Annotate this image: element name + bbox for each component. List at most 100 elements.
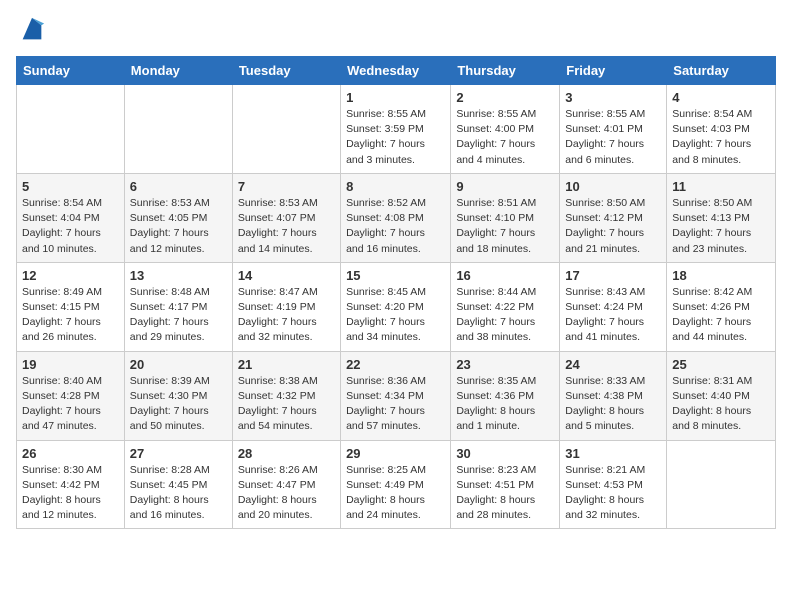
day-info: Sunrise: 8:30 AM Sunset: 4:42 PM Dayligh…: [22, 463, 119, 524]
logo-icon: [18, 16, 46, 44]
calendar-day-4: 4 Sunrise: 8:54 AM Sunset: 4:03 PM Daylig…: [667, 85, 776, 174]
day-number: 27: [130, 446, 227, 461]
logo: [16, 16, 46, 44]
day-number: 6: [130, 179, 227, 194]
day-info: Sunrise: 8:33 AM Sunset: 4:38 PM Dayligh…: [565, 374, 661, 435]
calendar-day-28: 28 Sunrise: 8:26 AM Sunset: 4:47 PM Dayli…: [232, 440, 340, 529]
calendar-day-29: 29Sunrise: 8:25 AM Sunset: 4:49 PM Dayli…: [341, 440, 451, 529]
day-info: Sunrise: 8:54 AM Sunset: 4:03 PM Dayligh…: [672, 107, 770, 168]
day-number: 13: [130, 268, 227, 283]
day-info: Sunrise: 8:43 AM Sunset: 4:24 PM Dayligh…: [565, 285, 661, 346]
calendar-day-12: 12Sunrise: 8:49 AM Sunset: 4:15 PM Dayli…: [17, 262, 125, 351]
calendar-day-16: 16 Sunrise: 8:44 AM Sunset: 4:22 PM Dayli…: [451, 262, 560, 351]
calendar-week-row: 26Sunrise: 8:30 AM Sunset: 4:42 PM Dayli…: [17, 440, 776, 529]
day-info: Sunrise: 8:44 AM Sunset: 4:22 PM Dayligh…: [456, 285, 554, 346]
day-number: 30: [456, 446, 554, 461]
calendar-header-sunday: Sunday: [17, 57, 125, 85]
calendar-day-5: 5 Sunrise: 8:54 AM Sunset: 4:04 PM Daylig…: [17, 173, 125, 262]
day-info: Sunrise: 8:39 AM Sunset: 4:30 PM Dayligh…: [130, 374, 227, 435]
day-number: 28: [238, 446, 335, 461]
day-info: Sunrise: 8:54 AM Sunset: 4:04 PM Dayligh…: [22, 196, 119, 257]
calendar-day-30: 30 Sunrise: 8:23 AM Sunset: 4:51 PM Dayli…: [451, 440, 560, 529]
day-number: 14: [238, 268, 335, 283]
calendar-day-8: 8 Sunrise: 8:52 AM Sunset: 4:08 PM Daylig…: [341, 173, 451, 262]
calendar-day-25: 25 Sunrise: 8:31 AM Sunset: 4:40 PM Dayli…: [667, 351, 776, 440]
day-number: 20: [130, 357, 227, 372]
calendar-day-7: 7Sunrise: 8:53 AM Sunset: 4:07 PM Daylig…: [232, 173, 340, 262]
day-number: 24: [565, 357, 661, 372]
calendar-day-23: 23 Sunrise: 8:35 AM Sunset: 4:36 PM Dayli…: [451, 351, 560, 440]
day-info: Sunrise: 8:47 AM Sunset: 4:19 PM Dayligh…: [238, 285, 335, 346]
calendar-header-monday: Monday: [124, 57, 232, 85]
calendar-empty-cell: [17, 85, 125, 174]
day-info: Sunrise: 8:25 AM Sunset: 4:49 PM Dayligh…: [346, 463, 445, 524]
calendar-day-17: 17Sunrise: 8:43 AM Sunset: 4:24 PM Dayli…: [560, 262, 667, 351]
day-info: Sunrise: 8:28 AM Sunset: 4:45 PM Dayligh…: [130, 463, 227, 524]
day-number: 1: [346, 90, 445, 105]
calendar-week-row: 5 Sunrise: 8:54 AM Sunset: 4:04 PM Daylig…: [17, 173, 776, 262]
calendar-day-19: 19 Sunrise: 8:40 AM Sunset: 4:28 PM Dayli…: [17, 351, 125, 440]
day-info: Sunrise: 8:48 AM Sunset: 4:17 PM Dayligh…: [130, 285, 227, 346]
day-info: Sunrise: 8:31 AM Sunset: 4:40 PM Dayligh…: [672, 374, 770, 435]
day-info: Sunrise: 8:40 AM Sunset: 4:28 PM Dayligh…: [22, 374, 119, 435]
day-info: Sunrise: 8:50 AM Sunset: 4:12 PM Dayligh…: [565, 196, 661, 257]
day-number: 8: [346, 179, 445, 194]
calendar-header-row: SundayMondayTuesdayWednesdayThursdayFrid…: [17, 57, 776, 85]
day-info: Sunrise: 8:35 AM Sunset: 4:36 PM Dayligh…: [456, 374, 554, 435]
calendar-header-wednesday: Wednesday: [341, 57, 451, 85]
day-info: Sunrise: 8:36 AM Sunset: 4:34 PM Dayligh…: [346, 374, 445, 435]
day-number: 4: [672, 90, 770, 105]
calendar-day-18: 18Sunrise: 8:42 AM Sunset: 4:26 PM Dayli…: [667, 262, 776, 351]
day-info: Sunrise: 8:50 AM Sunset: 4:13 PM Dayligh…: [672, 196, 770, 257]
day-info: Sunrise: 8:23 AM Sunset: 4:51 PM Dayligh…: [456, 463, 554, 524]
day-info: Sunrise: 8:55 AM Sunset: 4:00 PM Dayligh…: [456, 107, 554, 168]
calendar-empty-cell: [667, 440, 776, 529]
calendar-header-saturday: Saturday: [667, 57, 776, 85]
day-number: 22: [346, 357, 445, 372]
page-header: [16, 16, 776, 44]
calendar-day-14: 14 Sunrise: 8:47 AM Sunset: 4:19 PM Dayli…: [232, 262, 340, 351]
calendar-day-11: 11 Sunrise: 8:50 AM Sunset: 4:13 PM Dayli…: [667, 173, 776, 262]
day-info: Sunrise: 8:51 AM Sunset: 4:10 PM Dayligh…: [456, 196, 554, 257]
calendar-day-15: 15 Sunrise: 8:45 AM Sunset: 4:20 PM Dayli…: [341, 262, 451, 351]
day-number: 19: [22, 357, 119, 372]
calendar-day-20: 20 Sunrise: 8:39 AM Sunset: 4:30 PM Dayli…: [124, 351, 232, 440]
day-number: 2: [456, 90, 554, 105]
calendar-day-6: 6 Sunrise: 8:53 AM Sunset: 4:05 PM Daylig…: [124, 173, 232, 262]
calendar-day-2: 2 Sunrise: 8:55 AM Sunset: 4:00 PM Daylig…: [451, 85, 560, 174]
day-info: Sunrise: 8:45 AM Sunset: 4:20 PM Dayligh…: [346, 285, 445, 346]
day-number: 10: [565, 179, 661, 194]
day-info: Sunrise: 8:49 AM Sunset: 4:15 PM Dayligh…: [22, 285, 119, 346]
day-info: Sunrise: 8:55 AM Sunset: 4:01 PM Dayligh…: [565, 107, 661, 168]
calendar-week-row: 19 Sunrise: 8:40 AM Sunset: 4:28 PM Dayli…: [17, 351, 776, 440]
day-number: 23: [456, 357, 554, 372]
calendar-header-thursday: Thursday: [451, 57, 560, 85]
day-number: 3: [565, 90, 661, 105]
day-info: Sunrise: 8:26 AM Sunset: 4:47 PM Dayligh…: [238, 463, 335, 524]
calendar-week-row: 1Sunrise: 8:55 AM Sunset: 3:59 PM Daylig…: [17, 85, 776, 174]
calendar-empty-cell: [232, 85, 340, 174]
calendar-day-27: 27 Sunrise: 8:28 AM Sunset: 4:45 PM Dayli…: [124, 440, 232, 529]
calendar-day-3: 3 Sunrise: 8:55 AM Sunset: 4:01 PM Daylig…: [560, 85, 667, 174]
day-number: 9: [456, 179, 554, 194]
calendar-day-10: 10 Sunrise: 8:50 AM Sunset: 4:12 PM Dayli…: [560, 173, 667, 262]
day-number: 7: [238, 179, 335, 194]
day-number: 25: [672, 357, 770, 372]
day-number: 16: [456, 268, 554, 283]
calendar-day-13: 13 Sunrise: 8:48 AM Sunset: 4:17 PM Dayli…: [124, 262, 232, 351]
calendar-day-21: 21Sunrise: 8:38 AM Sunset: 4:32 PM Dayli…: [232, 351, 340, 440]
calendar-day-31: 31 Sunrise: 8:21 AM Sunset: 4:53 PM Dayli…: [560, 440, 667, 529]
day-number: 31: [565, 446, 661, 461]
calendar-table: SundayMondayTuesdayWednesdayThursdayFrid…: [16, 56, 776, 529]
day-info: Sunrise: 8:52 AM Sunset: 4:08 PM Dayligh…: [346, 196, 445, 257]
calendar-empty-cell: [124, 85, 232, 174]
day-info: Sunrise: 8:53 AM Sunset: 4:05 PM Dayligh…: [130, 196, 227, 257]
day-info: Sunrise: 8:38 AM Sunset: 4:32 PM Dayligh…: [238, 374, 335, 435]
calendar-week-row: 12Sunrise: 8:49 AM Sunset: 4:15 PM Dayli…: [17, 262, 776, 351]
day-number: 11: [672, 179, 770, 194]
day-number: 5: [22, 179, 119, 194]
calendar-header-friday: Friday: [560, 57, 667, 85]
day-number: 15: [346, 268, 445, 283]
day-info: Sunrise: 8:21 AM Sunset: 4:53 PM Dayligh…: [565, 463, 661, 524]
calendar-header-tuesday: Tuesday: [232, 57, 340, 85]
